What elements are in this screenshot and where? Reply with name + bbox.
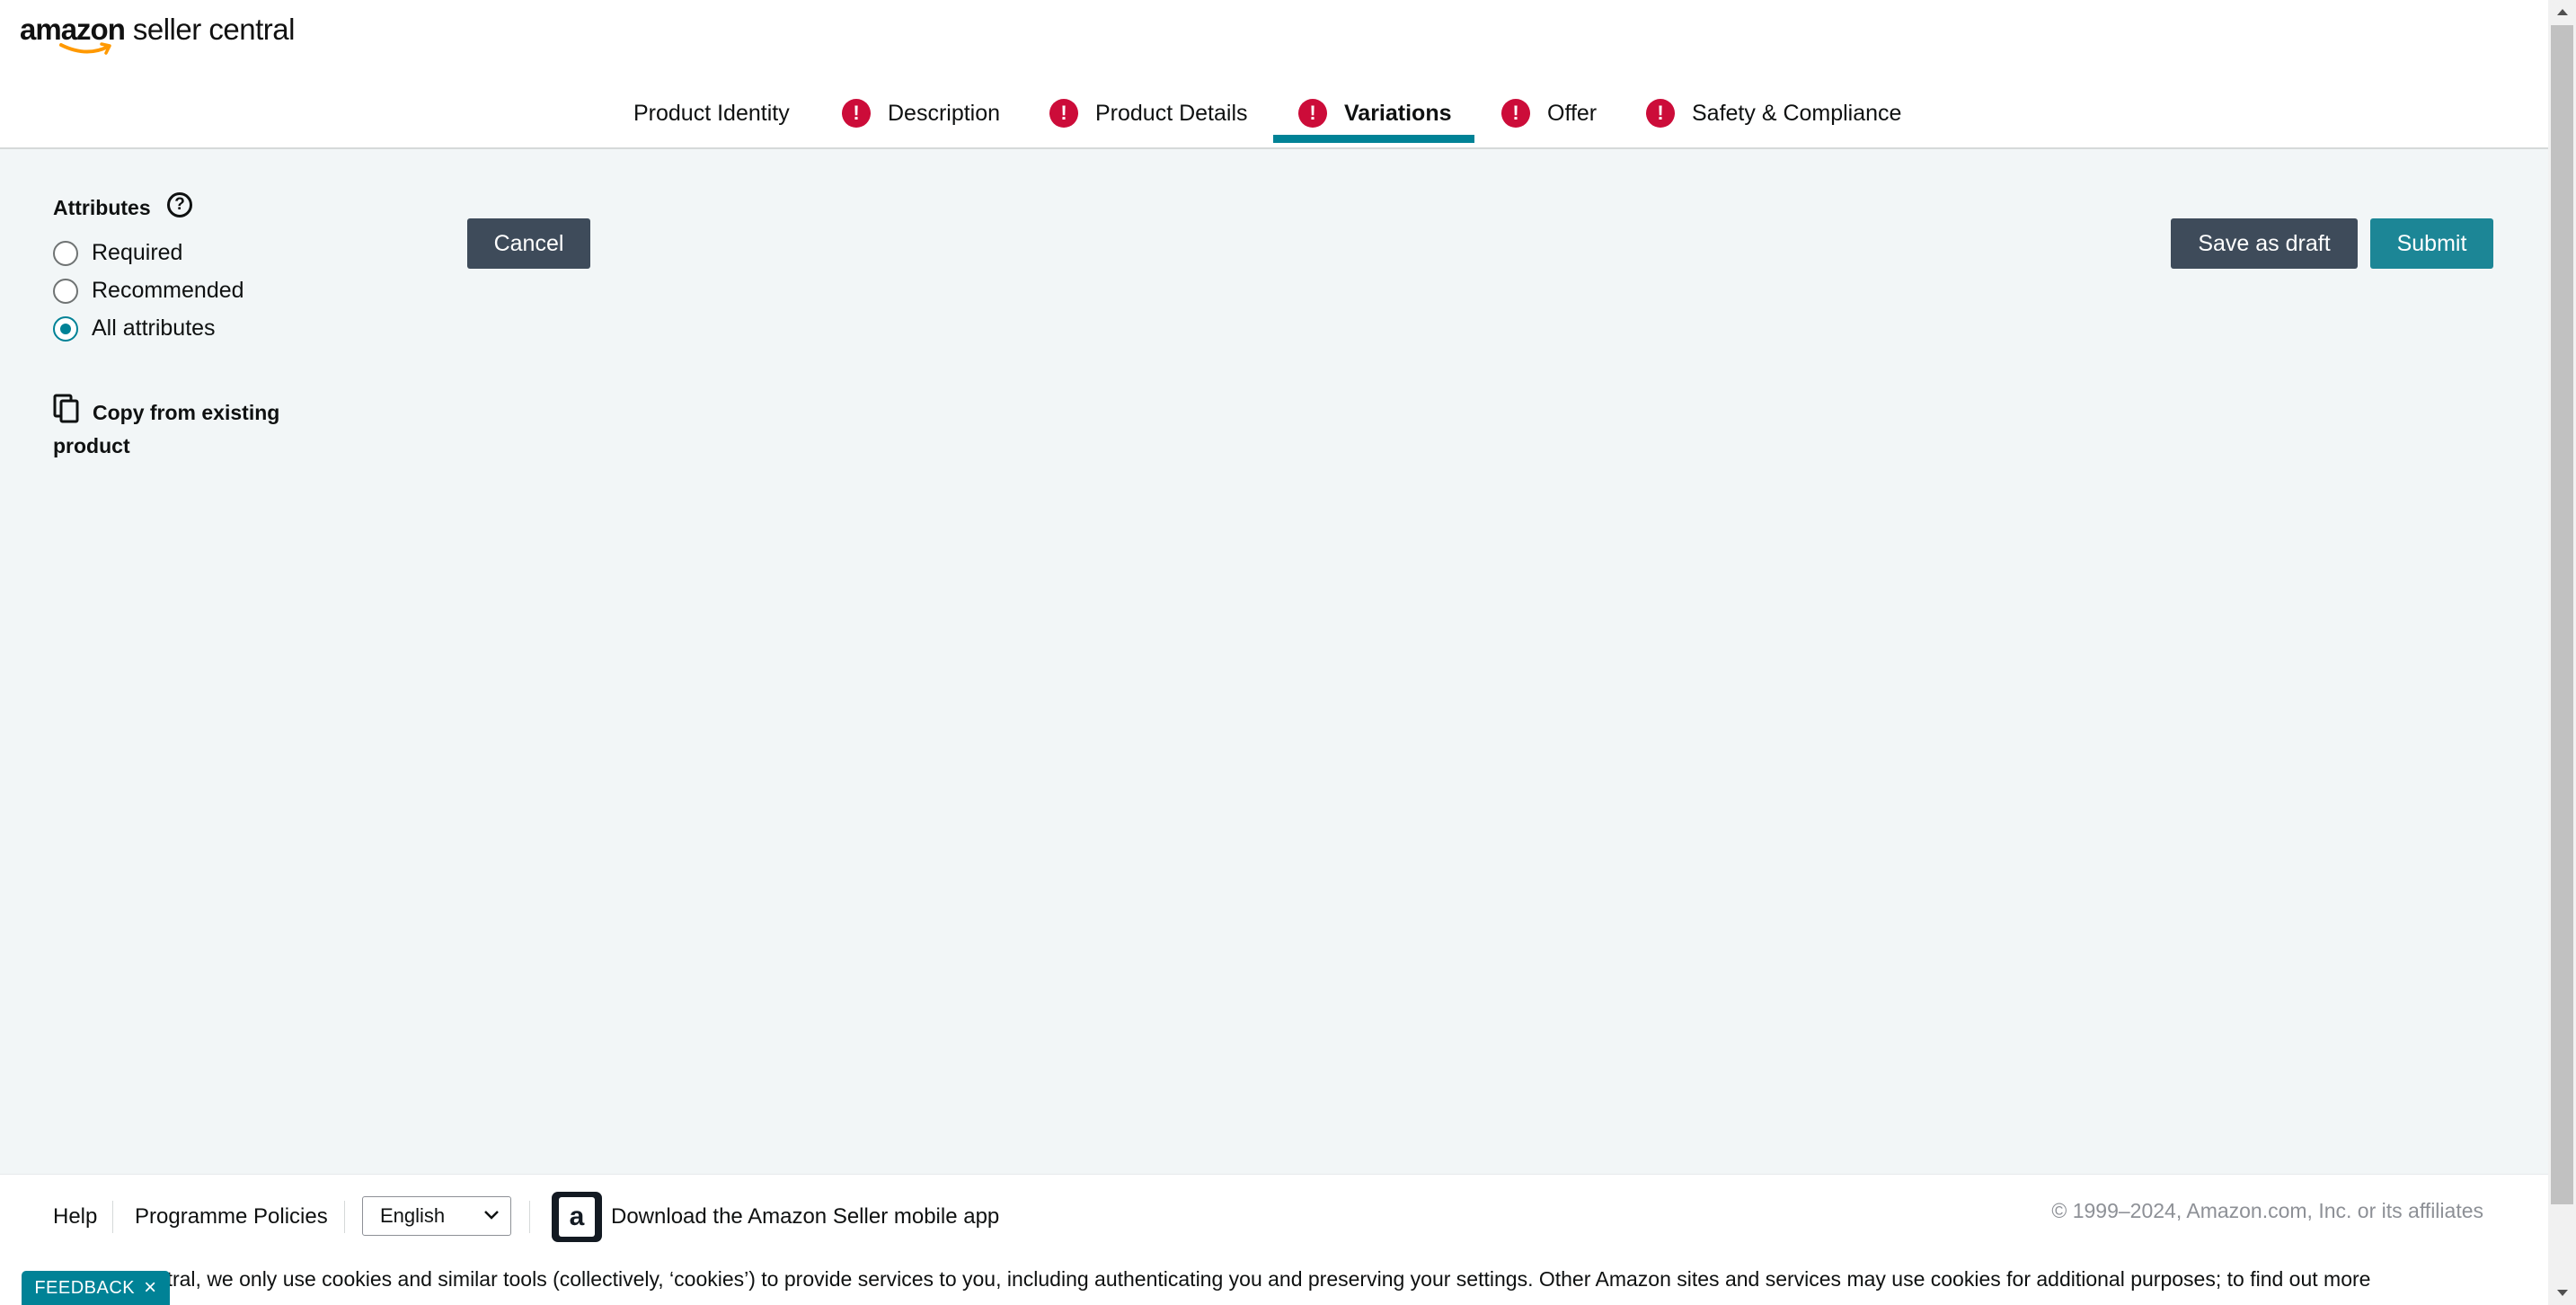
chevron-down-icon (484, 1211, 499, 1220)
footer-programme-policies-link[interactable]: Programme Policies (135, 1201, 328, 1233)
footer-divider (529, 1201, 530, 1233)
tab-description[interactable]: ! Description (842, 79, 1000, 147)
copyright-text: © 1999–2024, Amazon.com, Inc. or its aff… (2051, 1199, 2483, 1222)
alert-icon: ! (1049, 99, 1078, 128)
copy-from-existing-product-link[interactable]: Copy from existing product (53, 394, 341, 463)
tab-label: Product Identity (633, 100, 790, 126)
copy-link-label: Copy from existing product (53, 401, 280, 457)
question-circle-icon[interactable]: ? (167, 192, 192, 218)
tab-label: Product Details (1095, 100, 1248, 126)
save-as-draft-button[interactable]: Save as draft (2171, 218, 2358, 269)
radio-button-selected[interactable] (53, 315, 78, 342)
amazon-seller-app-icon[interactable]: a (552, 1192, 602, 1242)
seller-central-logo[interactable]: amazon seller central (20, 13, 295, 56)
alert-icon: ! (1501, 99, 1530, 128)
tab-label: Description (888, 100, 1001, 126)
tab-safety-compliance[interactable]: ! Safety & Compliance (1646, 79, 1901, 147)
active-tab-indicator (1273, 135, 1474, 143)
footer-help-link[interactable]: Help (53, 1201, 97, 1233)
radio-required[interactable]: Required (53, 240, 182, 266)
cookie-notice: entral, we only use cookies and similar … (144, 1267, 2371, 1291)
language-select-value: English (380, 1204, 446, 1227)
scrollbar-thumb[interactable] (2551, 25, 2573, 1204)
radio-label: Required (92, 240, 183, 265)
tab-product-details[interactable]: ! Product Details (1049, 79, 1248, 147)
feedback-button[interactable]: FEEDBACK × (22, 1271, 170, 1305)
alert-icon: ! (1298, 99, 1327, 128)
radio-button[interactable] (53, 278, 78, 304)
footer-divider (112, 1201, 113, 1233)
radio-recommended[interactable]: Recommended (53, 278, 244, 304)
top-header: amazon seller central (0, 0, 2548, 79)
attributes-heading: Attributes (53, 196, 151, 219)
tab-product-identity[interactable]: Product Identity (633, 79, 790, 147)
radio-button[interactable] (53, 240, 78, 266)
tab-label: Safety & Compliance (1692, 100, 1902, 126)
radio-label: All attributes (92, 315, 216, 341)
radio-label: Recommended (92, 278, 244, 303)
cancel-button[interactable]: Cancel (467, 218, 590, 269)
submit-button[interactable]: Submit (2370, 218, 2493, 269)
tab-label: Offer (1547, 100, 1598, 126)
feedback-label: FEEDBACK (34, 1277, 136, 1298)
close-icon[interactable]: × (144, 1275, 157, 1301)
download-app-link[interactable]: Download the Amazon Seller mobile app (611, 1201, 999, 1233)
copy-icon (53, 394, 79, 423)
logo-seller-central-word: seller central (132, 13, 296, 46)
alert-icon: ! (1646, 99, 1675, 128)
alert-icon: ! (842, 99, 871, 128)
tab-offer[interactable]: ! Offer (1501, 79, 1597, 147)
language-select[interactable]: English (362, 1196, 511, 1236)
footer-divider (344, 1201, 345, 1233)
scroll-down-arrow-icon[interactable] (2548, 1282, 2576, 1305)
amazon-smile-icon (59, 42, 111, 55)
scroll-up-arrow-icon[interactable] (2548, 0, 2576, 23)
tab-label: Variations (1344, 100, 1452, 126)
page-root: amazon seller central Product Identity !… (0, 0, 2576, 1305)
radio-all-attributes[interactable]: All attributes (53, 315, 216, 342)
app-icon-glyph: a (559, 1197, 595, 1237)
